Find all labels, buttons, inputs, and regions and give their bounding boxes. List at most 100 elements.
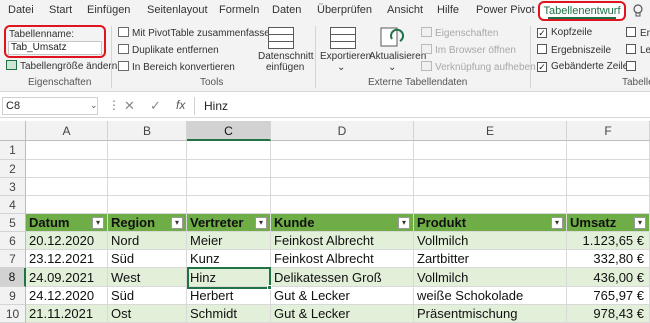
table-cell[interactable]: Delikatessen Groß [271,268,414,287]
row-header-1[interactable]: 1 [0,141,26,160]
filter-dropdown-icon[interactable]: ▾ [551,217,563,229]
empty-cell[interactable] [187,141,271,160]
row-header-10[interactable]: 10 [0,305,26,323]
empty-cell[interactable] [108,160,187,178]
pivot-summary-button[interactable]: Mit PivotTable zusammenfassen [118,27,275,39]
filter-dropdown-icon[interactable]: ▾ [255,217,267,229]
row-header-7[interactable]: 7 [0,250,26,268]
empty-cell[interactable] [187,196,271,214]
table-cell[interactable]: Feinkost Albrecht [271,232,414,250]
banded-rows-checkbox[interactable]: ✓ Gebänderte Zeilen [537,61,634,72]
table-cell[interactable]: Vollmilch [414,232,567,250]
column-header-f[interactable]: F [567,121,650,141]
table-header-cell[interactable]: Region ▾ [108,214,187,232]
header-row-checkbox[interactable]: ✓ Kopfzeile [537,27,592,38]
tab-formeln[interactable]: Formeln [219,4,259,16]
resize-table-button[interactable]: Tabellengröße ändern [6,60,117,72]
table-cell[interactable]: Gut & Lecker [271,287,414,305]
table-header-cell[interactable]: Produkt ▾ [414,214,567,232]
refresh-icon[interactable] [380,27,404,49]
confirm-icon[interactable]: ✓ [150,98,161,114]
empty-cell[interactable] [567,196,650,214]
tab-daten[interactable]: Daten [272,4,301,16]
open-in-browser-button[interactable]: Im Browser öffnen [421,44,516,56]
row-header-3[interactable]: 3 [0,178,26,196]
tab-start[interactable]: Start [49,4,72,16]
table-cell[interactable]: 978,43 € [567,305,650,323]
table-cell[interactable]: 765,97 € [567,287,650,305]
filter-dropdown-icon[interactable]: ▾ [92,217,104,229]
export-icon[interactable] [330,27,356,49]
table-cell[interactable]: Nord [108,232,187,250]
table-cell[interactable]: weiße Schokolade [414,287,567,305]
insert-slicer-label-2[interactable]: einfügen [266,62,304,73]
table-cell[interactable]: Süd [108,287,187,305]
select-all-corner[interactable] [0,121,26,141]
row-header-6[interactable]: 6 [0,232,26,250]
table-cell[interactable]: 332,80 € [567,250,650,268]
name-box[interactable]: C8 [2,97,98,115]
table-header-cell[interactable]: Vertreter ▾ [187,214,271,232]
export-button[interactable]: Exportieren [320,51,371,62]
tab-einfuegen[interactable]: Einfügen [87,4,130,16]
table-cell[interactable]: Ost [108,305,187,323]
empty-cell[interactable] [567,178,650,196]
empty-cell[interactable] [187,160,271,178]
tab-seitenlayout[interactable]: Seitenlayout [147,4,208,16]
column-header-c[interactable]: C [187,121,271,141]
table-cell[interactable]: Feinkost Albrecht [271,250,414,268]
empty-cell[interactable] [108,196,187,214]
last-column-checkbox[interactable]: Le [626,44,650,56]
empty-cell[interactable] [414,141,567,160]
empty-cell[interactable] [271,141,414,160]
empty-cell[interactable] [414,178,567,196]
row-header-5[interactable]: 5 [0,214,26,232]
empty-cell[interactable] [271,160,414,178]
table-cell[interactable]: 24.12.2020 [26,287,108,305]
table-cell[interactable]: West [108,268,187,287]
insert-slicer-label-1[interactable]: Datenschnitt [258,51,314,62]
lightbulb-icon[interactable] [632,4,644,18]
cancel-icon[interactable]: ✕ [124,98,135,114]
table-header-cell[interactable]: Umsatz ▾ [567,214,650,232]
slicer-icon[interactable] [268,27,294,49]
export-chevron-icon[interactable]: ⌄ [337,62,345,73]
column-header-e[interactable]: E [414,121,567,141]
empty-cell[interactable] [271,196,414,214]
banded-columns-checkbox[interactable] [626,61,640,73]
column-header-d[interactable]: D [271,121,414,141]
row-header-8[interactable]: 8 [0,268,26,287]
table-cell[interactable]: 24.09.2021 [26,268,108,287]
empty-cell[interactable] [567,160,650,178]
table-cell[interactable]: 23.12.2021 [26,250,108,268]
convert-range-button[interactable]: In Bereich konvertieren [118,61,235,73]
empty-cell[interactable] [187,178,271,196]
table-cell[interactable]: Vollmilch [414,268,567,287]
refresh-chevron-icon[interactable]: ⌄ [388,62,396,73]
refresh-button[interactable]: Aktualisieren [369,51,426,62]
table-cell[interactable]: 1.123,65 € [567,232,650,250]
column-header-a[interactable]: A [26,121,108,141]
tab-hilfe[interactable]: Hilfe [437,4,459,16]
table-cell[interactable]: Meier [187,232,271,250]
formula-input[interactable]: Hinz [204,99,228,113]
table-cell[interactable]: Präsentmischung [414,305,567,323]
tab-datei[interactable]: Datei [8,4,34,16]
empty-cell[interactable] [108,141,187,160]
insert-function-icon[interactable]: fx [176,98,185,112]
row-header-9[interactable]: 9 [0,287,26,305]
empty-cell[interactable] [26,141,108,160]
column-header-b[interactable]: B [108,121,187,141]
properties-button[interactable]: Eigenschaften [421,27,498,39]
row-header-4[interactable]: 4 [0,196,26,214]
table-cell[interactable]: Süd [108,250,187,268]
table-name-input[interactable]: Tab_Umsatz [8,41,102,55]
first-column-checkbox[interactable]: Ers [626,27,650,39]
row-header-2[interactable]: 2 [0,160,26,178]
empty-cell[interactable] [108,178,187,196]
table-cell[interactable]: Kunz [187,250,271,268]
filter-dropdown-icon[interactable]: ▾ [634,217,646,229]
remove-duplicates-button[interactable]: Duplikate entfernen [118,44,219,56]
empty-cell[interactable] [271,178,414,196]
table-header-cell[interactable]: Datum ▾ [26,214,108,232]
